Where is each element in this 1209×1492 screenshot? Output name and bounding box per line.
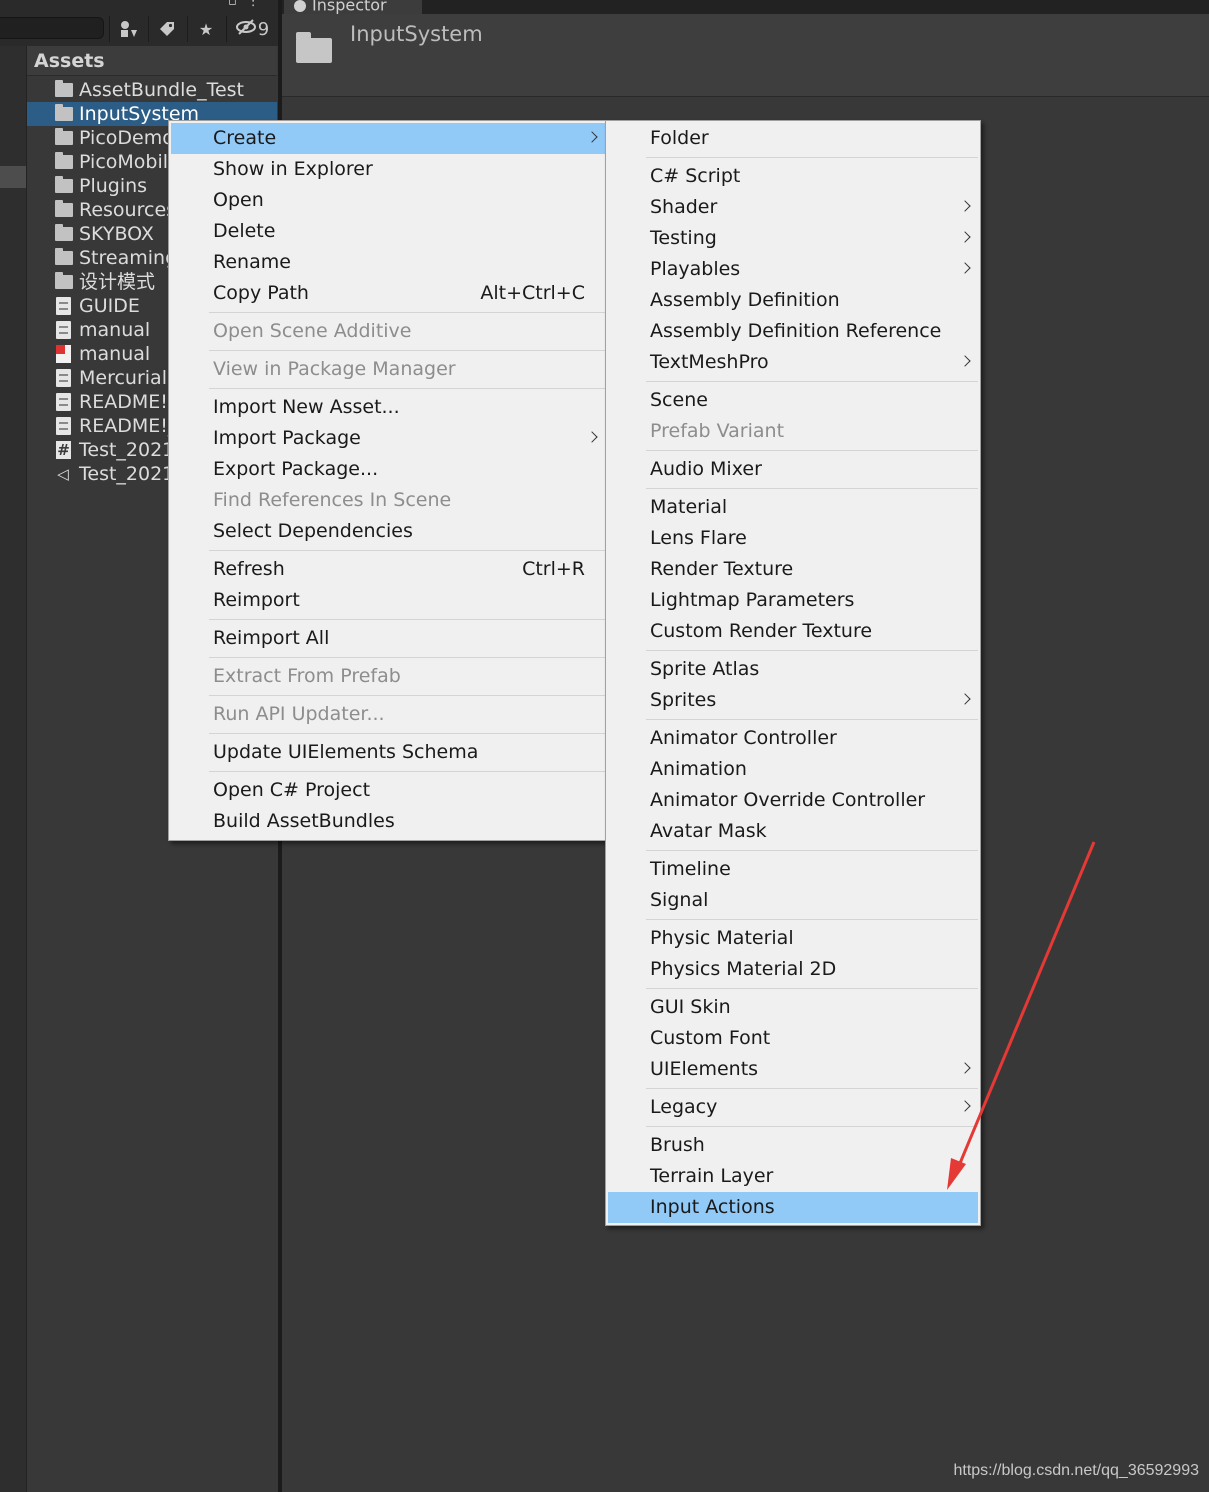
annotation-arrow [947, 841, 1096, 1190]
watermark: https://blog.csdn.net/qq_36592993 [953, 1462, 1199, 1479]
